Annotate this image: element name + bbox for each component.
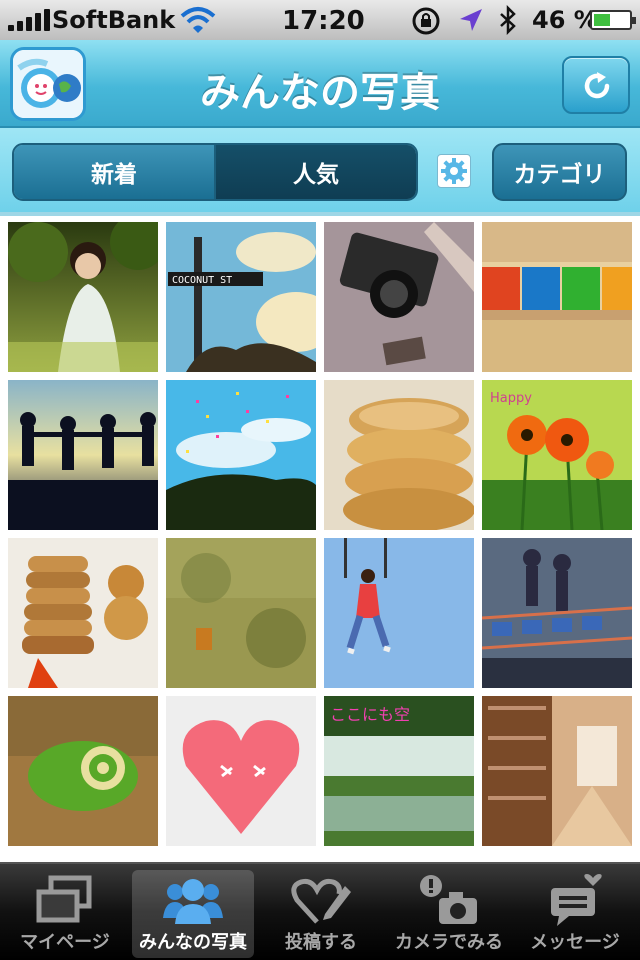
category-button[interactable]: カテゴリ <box>492 143 627 201</box>
photo-thumbnail[interactable] <box>8 380 158 530</box>
heart-pen-icon <box>291 878 351 924</box>
page-title: みんなの写真 <box>200 70 440 116</box>
refresh-icon <box>584 72 610 99</box>
photo-thumbnail[interactable]: ここにも空 <box>324 696 474 846</box>
photo-thumbnail[interactable] <box>482 222 632 372</box>
tab-my-page[interactable]: マイページ <box>4 870 126 958</box>
tab-everyones-photos[interactable]: みんなの写真 <box>132 870 254 958</box>
segment-popular[interactable]: 人気 <box>214 145 416 199</box>
segment-new[interactable]: 新着 <box>14 145 214 199</box>
photo-thumbnail[interactable] <box>8 538 158 688</box>
people-icon <box>163 879 223 924</box>
tab-messages[interactable]: メッセージ <box>514 870 636 958</box>
photo-thumbnail[interactable] <box>166 696 316 846</box>
refresh-button[interactable] <box>562 56 630 114</box>
svg-text:COCONUT ST: COCONUT ST <box>172 275 232 286</box>
photo-grid: COCONUT ST Happy ここにも空 <box>0 216 640 862</box>
signal-strength-icon <box>8 9 50 31</box>
tab-label: カメラでみる <box>395 932 503 953</box>
battery-percent: 46 % <box>532 6 598 34</box>
windows-icon <box>36 875 92 923</box>
photo-thumbnail[interactable] <box>166 380 316 530</box>
filter-settings-button[interactable] <box>437 154 471 188</box>
location-arrow-icon <box>460 9 482 31</box>
filter-toolbar: 新着 人気 カテゴリ <box>0 128 640 216</box>
tab-label: マイページ <box>20 932 110 953</box>
svg-text:Happy: Happy <box>490 391 532 406</box>
tab-camera-view[interactable]: カメラでみる <box>388 870 510 958</box>
photo-thumbnail[interactable] <box>324 222 474 372</box>
photo-thumbnail[interactable] <box>8 696 158 846</box>
carrier-name: SoftBank <box>52 6 176 34</box>
clock: 17:20 <box>282 6 365 36</box>
photo-thumbnail[interactable] <box>482 696 632 846</box>
battery-icon <box>590 10 636 30</box>
sort-segmented-control: 新着 人気 <box>12 143 418 201</box>
tab-label: メッセージ <box>530 932 620 953</box>
nav-bar: みんなの写真 <box>0 40 640 128</box>
gear-icon <box>441 158 467 184</box>
rotation-lock-icon <box>412 7 440 35</box>
photo-thumbnail[interactable]: Happy <box>482 380 632 530</box>
photo-thumbnail[interactable] <box>324 538 474 688</box>
bluetooth-icon <box>500 5 516 35</box>
photo-thumbnail[interactable] <box>324 380 474 530</box>
tab-label: 投稿する <box>285 932 357 953</box>
svg-text:ここにも空: ここにも空 <box>330 705 410 724</box>
photo-thumbnail[interactable] <box>482 538 632 688</box>
photo-thumbnail[interactable] <box>8 222 158 372</box>
tab-bar: マイページ みんなの写真 投稿する カメラでみる メッセージ <box>0 862 640 960</box>
camera-alert-icon <box>420 875 477 924</box>
status-bar: SoftBank 17:20 46 % <box>0 0 640 40</box>
photo-thumbnail[interactable] <box>166 538 316 688</box>
tab-post[interactable]: 投稿する <box>260 870 382 958</box>
wifi-icon <box>180 7 216 33</box>
tab-label: みんなの写真 <box>139 932 247 953</box>
photo-thumbnail[interactable]: COCONUT ST <box>166 222 316 372</box>
message-heart-icon <box>551 874 602 926</box>
